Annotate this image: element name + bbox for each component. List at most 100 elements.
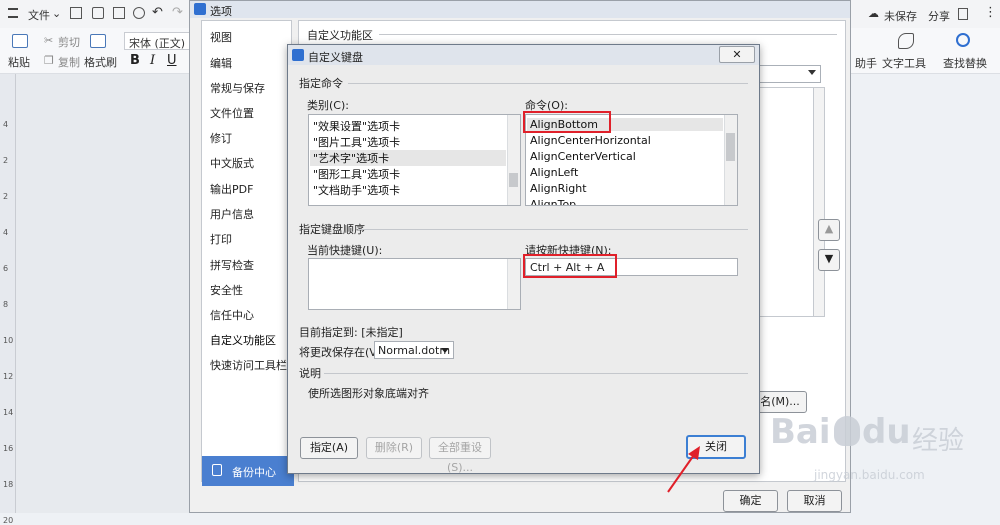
category-label: 类别(C): (307, 99, 349, 112)
close-icon[interactable]: ✕ (719, 46, 755, 63)
print-preview-icon[interactable] (92, 7, 104, 19)
ribbon-dropdown[interactable] (759, 65, 821, 83)
unsaved-status[interactable]: 未保存 (884, 8, 917, 24)
save-target-select[interactable]: Normal.dotm (374, 341, 454, 359)
copy-button[interactable]: 复制 (58, 54, 80, 70)
command-item[interactable]: AlignLeft (530, 166, 578, 179)
ruler-number: 2 (3, 156, 9, 165)
nav-item[interactable]: 打印 (210, 231, 232, 247)
font-name-value: 宋体 (正文) (129, 37, 186, 50)
undo-icon[interactable]: ↶ (152, 5, 163, 20)
nav-item[interactable]: 信任中心 (210, 307, 254, 323)
command-item[interactable]: AlignRight (530, 182, 587, 195)
nav-item[interactable]: 输出PDF (210, 181, 253, 197)
remove-button[interactable]: 删除(R) (366, 437, 422, 459)
format-painter-button[interactable]: 格式刷 (84, 54, 117, 70)
annotation-arrow (667, 446, 700, 493)
chevron-down-icon (808, 70, 816, 75)
kbd-title-bar: 自定义键盘 ✕ (288, 45, 759, 65)
ruler-number: 16 (3, 444, 14, 453)
key-sequence-heading: 指定键盘顺序 (299, 223, 365, 236)
section-divider (379, 34, 837, 35)
description-heading: 说明 (299, 367, 321, 380)
save-target-value: Normal.dotm (378, 344, 451, 357)
command-scrollbar[interactable] (724, 115, 737, 205)
category-item[interactable]: "效果设置"选项卡 (313, 118, 400, 134)
nav-item[interactable]: 自定义功能区 (210, 332, 276, 348)
currently-assigned-text: 目前指定到: [未指定] (299, 326, 403, 339)
wps-logo-icon (194, 3, 206, 15)
print-icon[interactable] (113, 7, 125, 19)
category-item[interactable]: "图形工具"选项卡 (313, 166, 400, 182)
copy-icon: ❐ (44, 54, 54, 67)
file-menu[interactable]: 文件 (28, 7, 50, 23)
font-name-select[interactable]: 宋体 (正文) (124, 32, 190, 50)
more-icon[interactable]: ⋮ (984, 5, 997, 20)
description-text: 使所选图形对象底端对齐 (308, 387, 429, 400)
category-item[interactable]: "图片工具"选项卡 (313, 134, 400, 150)
text-tools-button[interactable]: 文字工具 (882, 55, 926, 71)
category-scrollbar[interactable] (507, 115, 520, 205)
category-item[interactable]: "文档助手"选项卡 (313, 182, 400, 198)
chevron-down-icon[interactable]: ⌄ (52, 7, 61, 20)
nav-item[interactable]: 视图 (210, 29, 232, 45)
nav-item[interactable]: 快速访问工具栏 (210, 357, 287, 373)
reset-all-button[interactable]: 全部重设(S)... (429, 437, 491, 474)
save-changes-label: 将更改保存在(V): (299, 346, 385, 359)
nav-item[interactable]: 中文版式 (210, 155, 254, 171)
backup-center-button[interactable]: 备份中心 (202, 456, 294, 486)
ruler-number: 20 (3, 516, 14, 525)
nav-item[interactable]: 用户信息 (210, 206, 254, 222)
cancel-button[interactable]: 取消 (787, 490, 842, 512)
nav-item[interactable]: 安全性 (210, 282, 243, 298)
bold-button[interactable]: B (130, 53, 140, 68)
current-keys-list[interactable] (308, 258, 521, 310)
scroll-thumb[interactable] (509, 173, 518, 187)
find-replace-button[interactable]: 查找替换 (943, 55, 987, 71)
chevron-down-icon (441, 348, 449, 353)
nav-item[interactable]: 编辑 (210, 55, 232, 71)
nav-item[interactable]: 拼写检查 (210, 257, 254, 273)
nav-item[interactable]: 文件位置 (210, 105, 254, 121)
new-key-highlight-box (523, 254, 617, 278)
backup-icon (212, 464, 222, 476)
share-button[interactable]: 分享 (928, 8, 950, 24)
customize-keyboard-dialog: 自定义键盘 ✕ 指定命令 类别(C): "效果设置"选项卡 "图片工具"选项卡 "艺… (287, 44, 760, 474)
ribbon-tree-scrollbar[interactable] (813, 87, 825, 317)
cloud-icon: ☁ (868, 7, 879, 20)
search-icon[interactable] (956, 33, 970, 47)
italic-button[interactable]: I (150, 53, 155, 68)
document-area (16, 74, 196, 513)
ok-button[interactable]: 确定 (723, 490, 778, 512)
save-icon[interactable] (70, 7, 82, 19)
nav-item[interactable]: 修订 (210, 130, 232, 146)
toolbar-pin-icon[interactable] (958, 8, 968, 20)
format-painter-icon[interactable] (90, 34, 106, 48)
paw-icon (834, 416, 860, 446)
nav-item[interactable]: 常规与保存 (210, 80, 265, 96)
command-item[interactable]: AlignCenterVertical (530, 150, 636, 163)
rename-button[interactable]: 名(M)... (753, 391, 807, 413)
redo-icon[interactable]: ↷ (172, 5, 183, 20)
current-keys-scrollbar[interactable] (507, 259, 520, 309)
move-up-button[interactable]: ▲ (818, 219, 840, 241)
paste-icon[interactable] (12, 34, 28, 48)
ribbon-tree-list[interactable] (759, 87, 815, 317)
underline-button[interactable]: U (167, 53, 177, 68)
command-item[interactable]: AlignCenterHorizontal (530, 134, 651, 147)
assign-button[interactable]: 指定(A) (300, 437, 358, 459)
preview-icon[interactable] (133, 7, 145, 19)
ruler-number: 6 (3, 264, 9, 273)
category-item[interactable]: "艺术字"选项卡 (310, 150, 506, 166)
move-down-button[interactable]: ▼ (818, 249, 840, 271)
paste-button[interactable]: 粘贴 (8, 54, 30, 70)
options-nav: 视图编辑常规与保存文件位置修订中文版式输出PDF 用户信息打印拼写检查安全性信任中… (201, 20, 292, 482)
category-list[interactable]: "效果设置"选项卡 "图片工具"选项卡 "艺术字"选项卡 "图形工具"选项卡 "文档助手… (308, 114, 521, 206)
command-item[interactable]: AlignTop (530, 198, 576, 205)
wrench-icon[interactable] (898, 33, 914, 49)
scroll-thumb[interactable] (726, 133, 735, 161)
cut-button[interactable]: 剪切 (58, 34, 80, 50)
kbd-title: 自定义键盘 (308, 51, 363, 64)
menu-icon[interactable] (8, 8, 18, 18)
helper-button-fragment[interactable]: 助手 (855, 55, 877, 71)
